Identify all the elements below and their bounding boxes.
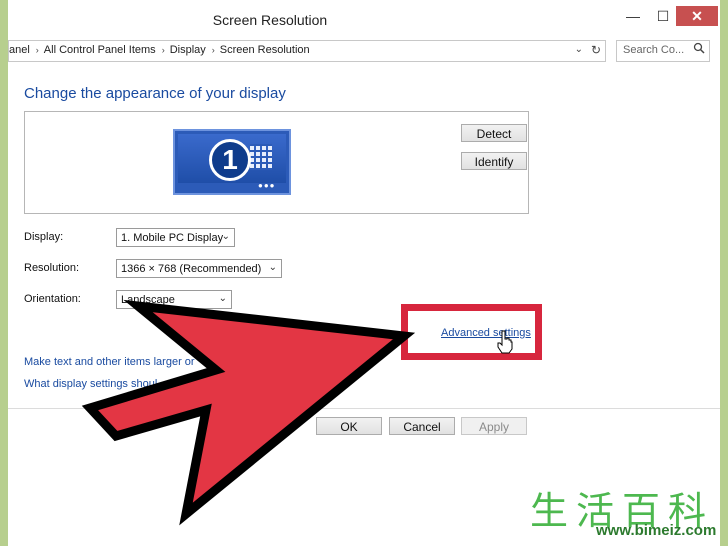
address-bar[interactable]: anel › All Control Panel Items › Display › Scr… (8, 40, 606, 62)
breadcrumb: anel › All Control Panel Items › Display › Scr… (9, 44, 314, 56)
display-label: Display: (24, 231, 64, 243)
breadcrumb-display[interactable]: Display (170, 44, 206, 56)
ok-button[interactable]: OK (316, 417, 382, 435)
watermark-url: www.bimeiz.com (596, 522, 717, 539)
cancel-button[interactable]: Cancel (389, 417, 455, 435)
page-title: Change the appearance of your display (24, 85, 286, 102)
chevron-down-icon: ⌄ (221, 231, 230, 242)
orientation-select[interactable]: Landscape ⌄ (116, 290, 232, 309)
chevron-down-icon: ⌄ (218, 293, 227, 304)
search-placeholder: Search Co... (623, 44, 685, 56)
chevron-right-icon: › (35, 45, 39, 55)
identify-button[interactable]: Identify (461, 152, 527, 170)
window-grid-lines (250, 144, 272, 170)
chevron-right-icon: › (211, 45, 215, 55)
apply-button[interactable]: Apply (461, 417, 527, 435)
chevron-down-icon: ⌄ (268, 262, 277, 273)
breadcrumb-all-items[interactable]: All Control Panel Items (44, 44, 156, 56)
display-select-value: 1. Mobile PC Display (121, 232, 224, 244)
breadcrumb-control-panel[interactable]: anel (9, 44, 30, 56)
detect-button[interactable]: Detect (461, 124, 527, 142)
hand-cursor-icon (497, 330, 513, 354)
monitor-number-badge: 1 (209, 139, 251, 181)
search-input[interactable]: Search Co... (616, 40, 710, 62)
watermark-logo: 生活百科 www.bimeiz.com (520, 476, 728, 546)
breadcrumb-screen-resolution[interactable]: Screen Resolution (220, 44, 310, 56)
chevron-down-icon[interactable]: ⌄ (575, 44, 583, 55)
divider (8, 408, 720, 409)
resolution-select[interactable]: 1366 × 768 (Recommended) ⌄ (116, 259, 282, 278)
resolution-label: Resolution: (24, 262, 80, 274)
highlight-box (401, 304, 542, 360)
display-select[interactable]: 1. Mobile PC Display ⌄ (116, 228, 235, 247)
window-title: Screen Resolution (212, 12, 328, 28)
text-size-link[interactable]: Make text and other items larger or (24, 356, 195, 368)
minimize-button[interactable]: — (620, 6, 646, 26)
display-settings-help-link[interactable]: What display settings shoul (24, 378, 157, 390)
chevron-right-icon: › (161, 45, 165, 55)
display-preview-panel: 1 ●●● Detect Identify (24, 111, 529, 214)
screen-resolution-window: Screen Resolution — ☐ ✕ anel › All Control… (8, 0, 720, 546)
taskbar-dots-icon: ●●● (258, 181, 276, 190)
monitor-icon[interactable]: 1 ●●● (173, 129, 291, 195)
search-icon (693, 42, 705, 57)
resolution-select-value: 1366 × 768 (Recommended) (121, 263, 262, 275)
maximize-button[interactable]: ☐ (650, 6, 676, 26)
refresh-icon[interactable]: ↻ (591, 43, 601, 57)
orientation-label: Orientation: (24, 293, 81, 305)
title-bar: Screen Resolution — ☐ ✕ (8, 0, 720, 40)
orientation-select-value: Landscape (121, 294, 175, 306)
close-button[interactable]: ✕ (676, 6, 718, 26)
